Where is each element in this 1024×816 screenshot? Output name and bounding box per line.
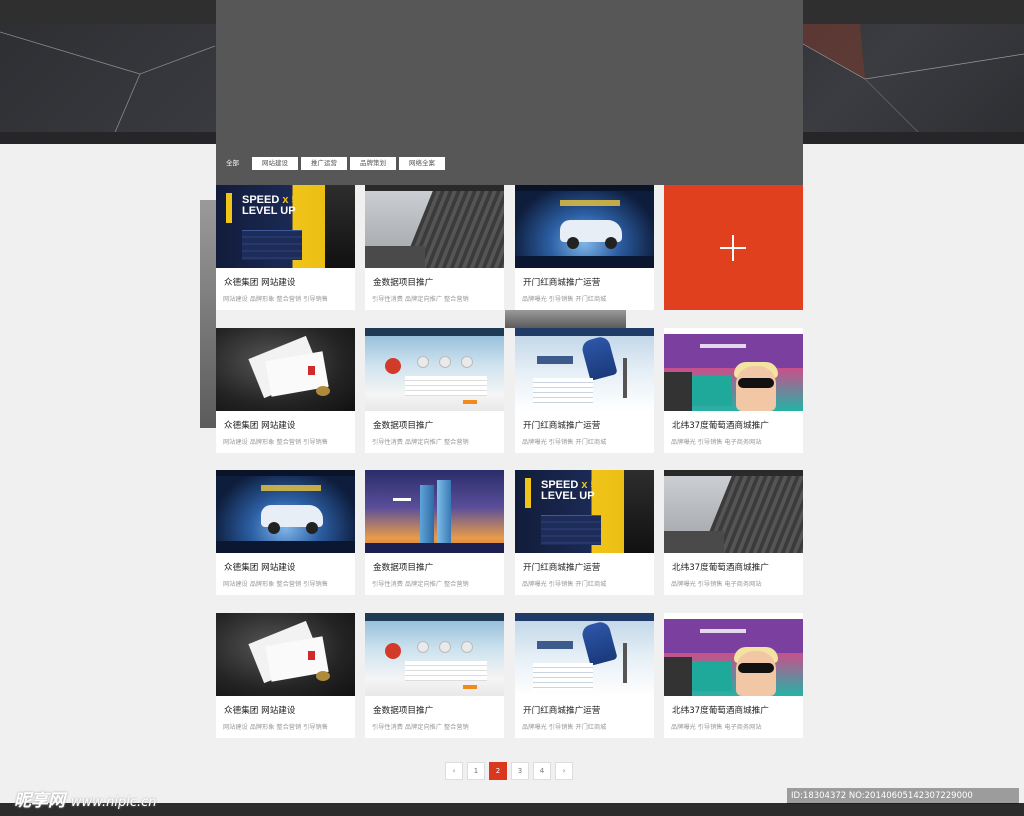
project-tags: 网站建设 品牌形象 整合营销 引导销售 [223, 724, 328, 731]
project-card[interactable]: 金数据项目推广引导性消费 品牌定向推广 整合营销 [365, 328, 504, 453]
filter-tab[interactable]: 全部 [216, 157, 249, 170]
project-title[interactable]: 北纬37度葡萄酒商城推广 [672, 419, 769, 431]
project-tags: 品牌曝光 引导销售 开门红商城 [522, 439, 607, 446]
watermark-brand: 昵享网 [14, 791, 65, 811]
project-tags: 引导性消费 品牌定向推广 整合营销 [372, 296, 469, 303]
add-project-tile[interactable] [664, 185, 803, 310]
project-tags: 网站建设 品牌形象 整合营销 引导销售 [223, 581, 328, 588]
project-tags: 引导性消费 品牌定向推广 整合营销 [372, 439, 469, 446]
project-title[interactable]: 众德集团 网站建设 [224, 561, 295, 573]
project-thumbnail[interactable] [365, 613, 504, 696]
project-title[interactable]: 开门红商城推广运营 [523, 276, 600, 288]
project-tags: 品牌曝光 引导销售 开门红商城 [522, 296, 607, 303]
project-thumbnail[interactable] [216, 328, 355, 411]
project-thumbnail[interactable] [515, 613, 654, 696]
project-title[interactable]: 开门红商城推广运营 [523, 419, 600, 431]
project-tags: 引导性消费 品牌定向推广 整合营销 [372, 581, 469, 588]
project-thumbnail[interactable] [664, 328, 803, 411]
project-thumbnail[interactable] [216, 613, 355, 696]
project-title[interactable]: 北纬37度葡萄酒商城推广 [672, 704, 769, 716]
project-title[interactable]: 金数据项目推广 [373, 276, 433, 288]
project-card[interactable]: 众德集团 网站建设网站建设 品牌形象 整合营销 引导销售 [216, 328, 355, 453]
project-tags: 网站建设 品牌形象 整合营销 引导销售 [223, 439, 328, 446]
project-title[interactable]: 众德集团 网站建设 [224, 704, 295, 716]
project-thumbnail[interactable] [216, 470, 355, 553]
project-thumbnail[interactable] [515, 328, 654, 411]
ghost-image-mid [505, 310, 626, 328]
project-tags: 品牌曝光 引导销售 电子商务网站 [671, 439, 762, 446]
project-thumbnail[interactable] [515, 185, 654, 268]
plus-icon [720, 235, 746, 261]
project-thumbnail[interactable] [365, 185, 504, 268]
pagination: ‹ 1 2 3 4 › [445, 762, 573, 780]
project-tags: 品牌曝光 引导销售 电子商务网站 [671, 724, 762, 731]
project-tags: 引导性消费 品牌定向推广 整合营销 [372, 724, 469, 731]
project-title[interactable]: 金数据项目推广 [373, 419, 433, 431]
project-tags: 品牌曝光 引导销售 电子商务网站 [671, 581, 762, 588]
project-thumbnail[interactable]: SPEED x 5 LEVEL UP [216, 185, 355, 268]
page-button[interactable]: 2 [489, 762, 507, 780]
project-card[interactable]: 众德集团 网站建设网站建设 品牌形象 整合营销 引导销售 [216, 470, 355, 595]
project-title[interactable]: 众德集团 网站建设 [224, 419, 295, 431]
project-tags: 品牌曝光 引导销售 开门红商城 [522, 581, 607, 588]
project-thumbnail[interactable] [664, 613, 803, 696]
project-title[interactable]: 金数据项目推广 [373, 704, 433, 716]
project-card[interactable]: 开门红商城推广运营品牌曝光 引导销售 开门红商城 [515, 185, 654, 310]
project-thumbnail[interactable] [664, 470, 803, 553]
project-title[interactable]: 众德集团 网站建设 [224, 276, 295, 288]
project-card[interactable]: 金数据项目推广引导性消费 品牌定向推广 整合营销 [365, 613, 504, 738]
project-title[interactable]: 北纬37度葡萄酒商城推广 [672, 561, 769, 573]
project-card[interactable]: SPEED x 5 LEVEL UP 开门红商城推广运营品牌曝光 引导销售 开门红商… [515, 470, 654, 595]
project-card[interactable]: 北纬37度葡萄酒商城推广品牌曝光 引导销售 电子商务网站 [664, 613, 803, 738]
project-tags: 网站建设 品牌形象 整合营销 引导销售 [223, 296, 328, 303]
prev-page-button[interactable]: ‹ [445, 762, 463, 780]
project-title[interactable]: 金数据项目推广 [373, 561, 433, 573]
watermark-left: 昵享网 www.nipic.cn [14, 786, 157, 811]
project-thumbnail[interactable] [365, 470, 504, 553]
ghost-image-left [200, 200, 216, 428]
project-card[interactable]: 众德集团 网站建设网站建设 品牌形象 整合营销 引导销售 [216, 613, 355, 738]
filter-tab[interactable]: 品牌策划 [350, 157, 396, 170]
project-card[interactable]: 北纬37度葡萄酒商城推广品牌曝光 引导销售 电子商务网站 [664, 470, 803, 595]
project-thumbnail[interactable] [365, 328, 504, 411]
project-thumbnail[interactable]: SPEED x 5 LEVEL UP [515, 470, 654, 553]
project-card[interactable]: 开门红商城推广运营品牌曝光 引导销售 开门红商城 [515, 328, 654, 453]
project-title[interactable]: 开门红商城推广运营 [523, 704, 600, 716]
project-card[interactable]: SPEED x 5 LEVEL UP 众德集团 网站建设网站建设 品牌形象 整合营销… [216, 185, 355, 310]
project-card[interactable]: 开门红商城推广运营品牌曝光 引导销售 开门红商城 [515, 613, 654, 738]
watermark-url: www.nipic.cn [70, 795, 157, 810]
page-button[interactable]: 1 [467, 762, 485, 780]
project-title[interactable]: 开门红商城推广运营 [523, 561, 600, 573]
page-button[interactable]: 4 [533, 762, 551, 780]
project-card[interactable]: 金数据项目推广引导性消费 品牌定向推广 整合营销 [365, 470, 504, 595]
filter-tab[interactable]: 网站建设 [252, 157, 298, 170]
watermark-right: ID:18304372 NO:20140605142307229000 [787, 788, 1019, 804]
filter-tab[interactable]: 网络全案 [399, 157, 445, 170]
filter-tabs: 全部 网站建设 推广运营 品牌策划 网络全案 [216, 157, 445, 170]
project-card[interactable]: 北纬37度葡萄酒商城推广品牌曝光 引导销售 电子商务网站 [664, 328, 803, 453]
project-card[interactable]: 金数据项目推广引导性消费 品牌定向推广 整合营销 [365, 185, 504, 310]
project-tags: 品牌曝光 引导销售 开门红商城 [522, 724, 607, 731]
page-button[interactable]: 3 [511, 762, 529, 780]
next-page-button[interactable]: › [555, 762, 573, 780]
filter-tab[interactable]: 推广运营 [301, 157, 347, 170]
